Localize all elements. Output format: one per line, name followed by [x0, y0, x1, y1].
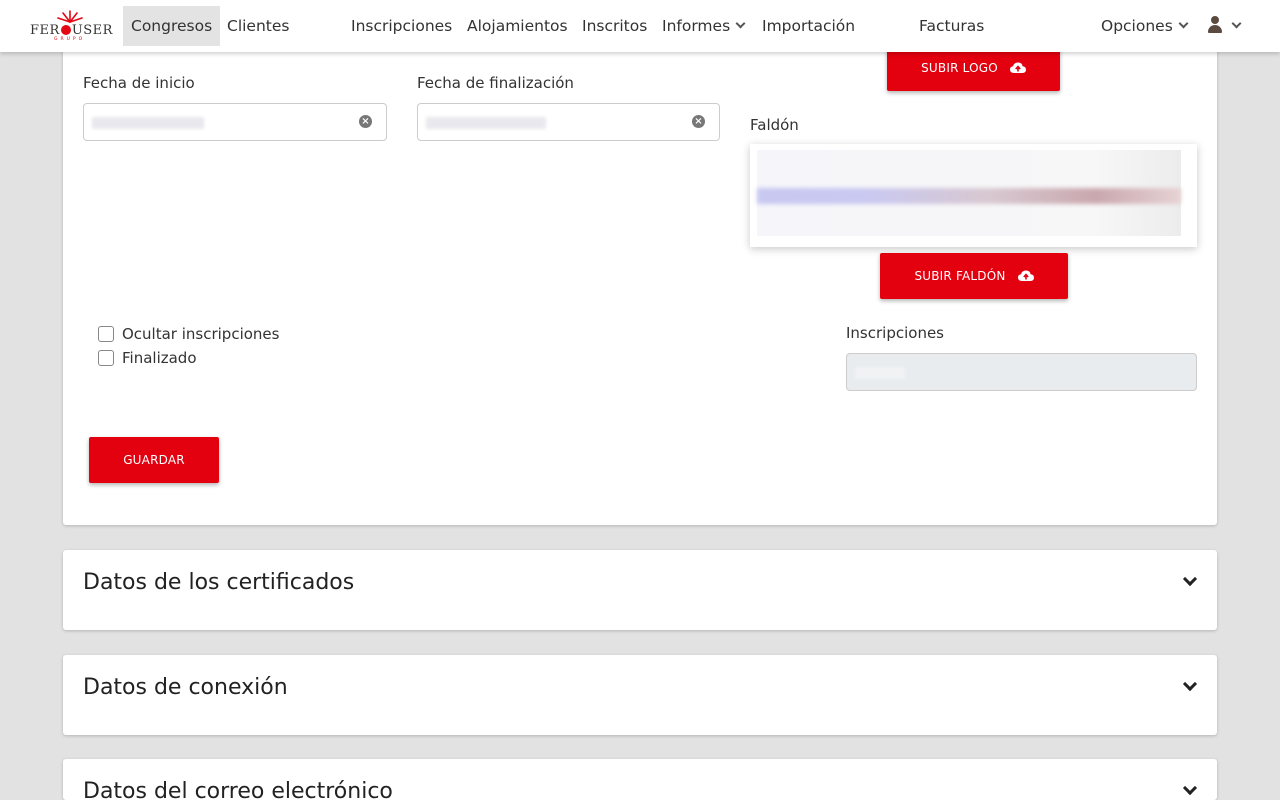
section-datos-conexion[interactable]: Datos de conexión: [63, 655, 1217, 735]
nav-opciones[interactable]: Opciones: [1101, 0, 1189, 52]
clear-icon[interactable]: ×: [359, 115, 372, 128]
ocultar-inscripciones-checkbox[interactable]: [98, 326, 114, 342]
nav-opciones-label: Opciones: [1101, 17, 1173, 35]
nav-clientes[interactable]: Clientes: [227, 0, 289, 52]
subir-faldon-button[interactable]: SUBIR FALDÓN: [880, 253, 1068, 299]
user-menu-toggle[interactable]: [1226, 0, 1242, 52]
ocultar-inscripciones-label: Ocultar inscripciones: [122, 325, 280, 343]
fecha-fin-value: [426, 117, 546, 129]
finalizado-checkbox[interactable]: [98, 350, 114, 366]
chevron-down-icon[interactable]: [1182, 780, 1198, 796]
nav-informes-label: Informes: [662, 17, 731, 35]
user-icon[interactable]: [1207, 15, 1223, 35]
nav-inscritos[interactable]: Inscritos: [582, 0, 647, 52]
chevron-down-icon: [1178, 18, 1189, 29]
faldon-label: Faldón: [750, 116, 799, 134]
fecha-fin-label: Fecha de finalización: [417, 74, 574, 92]
nav-facturas[interactable]: Facturas: [919, 0, 984, 52]
congress-form-card: Fecha de inicio × Fecha de finalización …: [63, 0, 1217, 525]
ferouser-logo[interactable]: FER USER GRUPO: [30, 10, 113, 42]
top-navbar: FER USER GRUPO Congresos Clientes Inscrip…: [0, 0, 1280, 52]
guardar-button[interactable]: GUARDAR: [89, 437, 219, 483]
clear-icon[interactable]: ×: [692, 115, 705, 128]
section-datos-certificados[interactable]: Datos de los certificados: [63, 550, 1217, 630]
chevron-down-icon[interactable]: [1182, 676, 1198, 692]
cloud-upload-icon: [1009, 62, 1026, 73]
cloud-upload-icon: [1017, 270, 1034, 281]
faldon-preview: [750, 144, 1197, 247]
nav-alojamientos[interactable]: Alojamientos: [467, 0, 568, 52]
finalizado-label: Finalizado: [122, 349, 197, 367]
chevron-down-icon: [1231, 18, 1242, 29]
section-datos-correo[interactable]: Datos del correo electrónico: [63, 759, 1217, 800]
fecha-inicio-value: [92, 117, 204, 129]
nav-importacion[interactable]: Importación: [762, 0, 855, 52]
section-title: Datos de los certificados: [83, 570, 355, 595]
faldon-image: [757, 150, 1181, 236]
subir-logo-label: SUBIR LOGO: [921, 61, 998, 75]
nav-informes[interactable]: Informes: [662, 0, 746, 52]
subir-faldon-label: SUBIR FALDÓN: [914, 269, 1006, 283]
chevron-down-icon[interactable]: [1182, 571, 1198, 587]
sun-rays-icon: [57, 10, 83, 23]
nav-inscripciones[interactable]: Inscripciones: [351, 0, 452, 52]
inscripciones-label: Inscripciones: [846, 324, 944, 342]
section-title: Datos de conexión: [83, 675, 288, 700]
fecha-inicio-input[interactable]: ×: [83, 103, 387, 141]
section-title: Datos del correo electrónico: [83, 779, 393, 800]
logo-subtitle: GRUPO: [54, 37, 86, 42]
fecha-inicio-label: Fecha de inicio: [83, 74, 195, 92]
ocultar-inscripciones-row[interactable]: Ocultar inscripciones: [98, 324, 279, 344]
chevron-down-icon: [735, 18, 746, 29]
finalizado-row[interactable]: Finalizado: [98, 348, 197, 368]
nav-congresos[interactable]: Congresos: [123, 6, 221, 46]
inscripciones-count-field: [846, 353, 1197, 391]
inscripciones-count-value: [855, 367, 905, 379]
logo-wordmark: FER USER: [30, 23, 113, 38]
fecha-fin-input[interactable]: ×: [417, 103, 720, 141]
